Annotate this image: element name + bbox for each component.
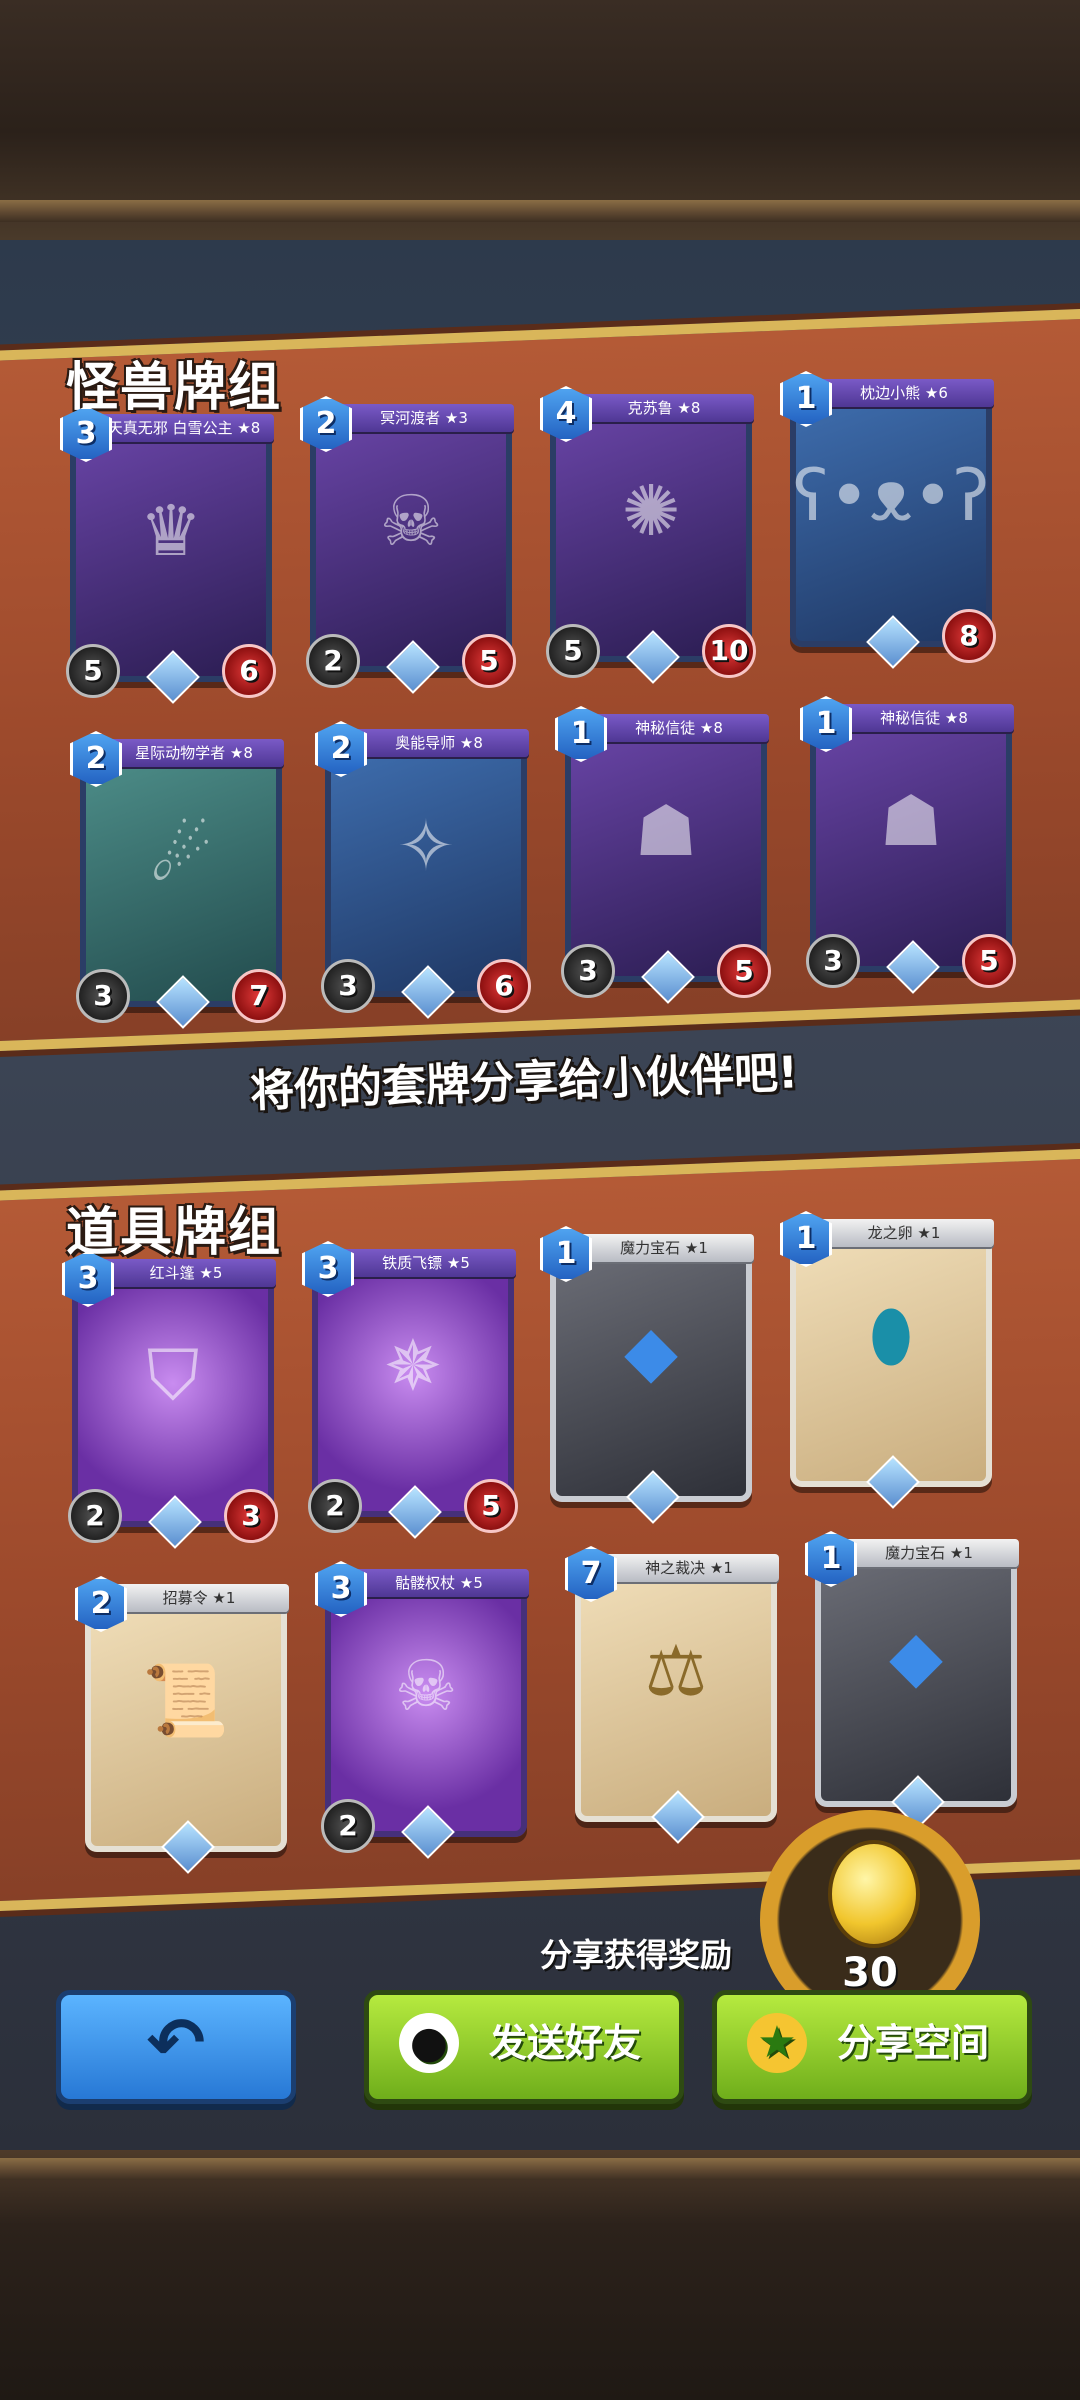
top-wood-frame	[0, 0, 1080, 240]
card-name: 铁质飞镖 ★5	[336, 1249, 516, 1277]
card-attack: 5	[66, 644, 120, 698]
top-wood-trim	[0, 200, 1080, 222]
send-friend-button[interactable]: ● 发送好友	[364, 1990, 684, 2104]
monster-card[interactable]: 枕边小熊 ★6 1 ʕ•ᴥ•ʔ 8	[780, 371, 996, 669]
hooded-cultist-art-icon: ☗	[879, 780, 943, 862]
card-health: 7	[232, 969, 286, 1023]
card-name: 神秘信徒 ★8	[834, 704, 1014, 732]
card-name: 天真无邪 白雪公主 ★8	[94, 414, 274, 442]
bottom-wood-trim	[0, 2158, 1080, 2180]
bottom-wood-frame	[0, 2150, 1080, 2400]
monster-card[interactable]: 冥河渡者 ★3 2 ☠ 2 5	[300, 396, 516, 694]
send-friend-label: 发送好友	[489, 2021, 642, 2065]
monster-card[interactable]: 神秘信徒 ★8 1 ☗ 3 5	[555, 706, 771, 1004]
card-name: 龙之卵 ★1	[814, 1219, 994, 1247]
gold-coin-icon	[828, 1840, 920, 1948]
card-name: 星际动物学者 ★8	[104, 739, 284, 767]
monster-card[interactable]: 星际动物学者 ★8 2 ☄ 3 7	[70, 731, 286, 1029]
item-card[interactable]: 骷髅权杖 ★5 3 ☠ 2	[315, 1561, 529, 1859]
item-card[interactable]: 招募令 ★1 2 📜	[75, 1576, 289, 1874]
scroll-art-icon: 📜	[142, 1659, 230, 1742]
monster-card[interactable]: 奥能导师 ★8 2 ✧ 3 6	[315, 721, 531, 1019]
scales-art-icon: ⚖	[644, 1630, 708, 1712]
teddy-bear-art-icon: ʕ•ᴥ•ʔ	[792, 455, 990, 537]
card-attack: 3	[321, 959, 375, 1013]
item-deck-title: 道具牌组	[66, 1203, 283, 1263]
card-name: 神之裁决 ★1	[599, 1554, 779, 1582]
card-health: 8	[942, 609, 996, 663]
card-name: 骷髅权杖 ★5	[349, 1569, 529, 1597]
tentacle-monster-art-icon: ✺	[621, 470, 681, 552]
blue-crystal-art-icon: ◆	[624, 1310, 678, 1392]
item-card[interactable]: 神之裁决 ★1 7 ⚖	[565, 1546, 779, 1844]
card-health: 5	[717, 944, 771, 998]
action-bar: ↶ ● 发送好友 ★ 分享空间	[0, 1990, 1080, 2110]
card-name: 红斗篷 ★5	[96, 1259, 276, 1287]
reaper-art-icon: ☠	[379, 480, 443, 562]
card-name: 魔力宝石 ★1	[839, 1539, 1019, 1567]
card-name: 魔力宝石 ★1	[574, 1234, 754, 1262]
item-card[interactable]: 魔力宝石 ★1 1 ◆	[540, 1226, 754, 1524]
item-card[interactable]: 铁质飞镖 ★5 3 ✵ 2 5	[302, 1241, 518, 1539]
skull-staff-art-icon: ☠	[394, 1645, 458, 1727]
princess-art-icon: ♛	[139, 490, 203, 572]
monster-card[interactable]: 神秘信徒 ★8 1 ☗ 3 5	[800, 696, 1016, 994]
card-name: 神秘信徒 ★8	[589, 714, 769, 742]
monster-card[interactable]: 天真无邪 白雪公主 ★8 3 ♛ 5 6	[60, 406, 276, 704]
hooded-cultist-art-icon: ☗	[634, 790, 698, 872]
card-attack: 2	[308, 1479, 362, 1533]
alien-art-icon: ☄	[149, 815, 213, 897]
back-arrow-icon: ↶	[146, 2002, 206, 2084]
card-attack: 3	[806, 934, 860, 988]
qzone-star-icon: ★	[747, 2013, 807, 2073]
item-card[interactable]: 红斗篷 ★5 3 ⛉ 2 3	[62, 1251, 278, 1549]
qq-penguin-icon: ●	[399, 2013, 459, 2073]
card-attack: 2	[306, 634, 360, 688]
monster-deck-title: 怪兽牌组	[66, 358, 283, 418]
card-attack: 3	[561, 944, 615, 998]
card-attack: 2	[321, 1799, 375, 1853]
item-card[interactable]: 魔力宝石 ★1 1 ◆	[805, 1531, 1019, 1829]
dragon-egg-art-icon: ⬮	[869, 1294, 913, 1377]
share-space-label: 分享空间	[837, 2021, 990, 2065]
blue-crystal-art-icon: ◆	[889, 1615, 943, 1697]
reward-label: 分享获得奖励	[540, 1936, 733, 1974]
card-name: 枕边小熊 ★6	[814, 379, 994, 407]
card-name: 冥河渡者 ★3	[334, 404, 514, 432]
card-name: 招募令 ★1	[109, 1584, 289, 1612]
card-health: 5	[464, 1479, 518, 1533]
share-space-button[interactable]: ★ 分享空间	[712, 1990, 1032, 2104]
card-health: 6	[477, 959, 531, 1013]
back-button[interactable]: ↶	[56, 1990, 296, 2104]
sorceress-art-icon: ✧	[396, 805, 456, 887]
shuriken-art-icon: ✵	[383, 1325, 443, 1407]
card-attack: 5	[546, 624, 600, 678]
card-health: 3	[224, 1489, 278, 1543]
card-health: 10	[702, 624, 756, 678]
card-attack: 2	[68, 1489, 122, 1543]
card-attack: 3	[76, 969, 130, 1023]
monster-card[interactable]: 克苏鲁 ★8 4 ✺ 5 10	[540, 386, 756, 684]
card-health: 5	[962, 934, 1016, 988]
red-cloak-art-icon: ⛉	[146, 1334, 200, 1417]
card-name: 克苏鲁 ★8	[574, 394, 754, 422]
item-card[interactable]: 龙之卵 ★1 1 ⬮	[780, 1211, 994, 1509]
card-health: 5	[462, 634, 516, 688]
card-name: 奥能导师 ★8	[349, 729, 529, 757]
card-health: 6	[222, 644, 276, 698]
